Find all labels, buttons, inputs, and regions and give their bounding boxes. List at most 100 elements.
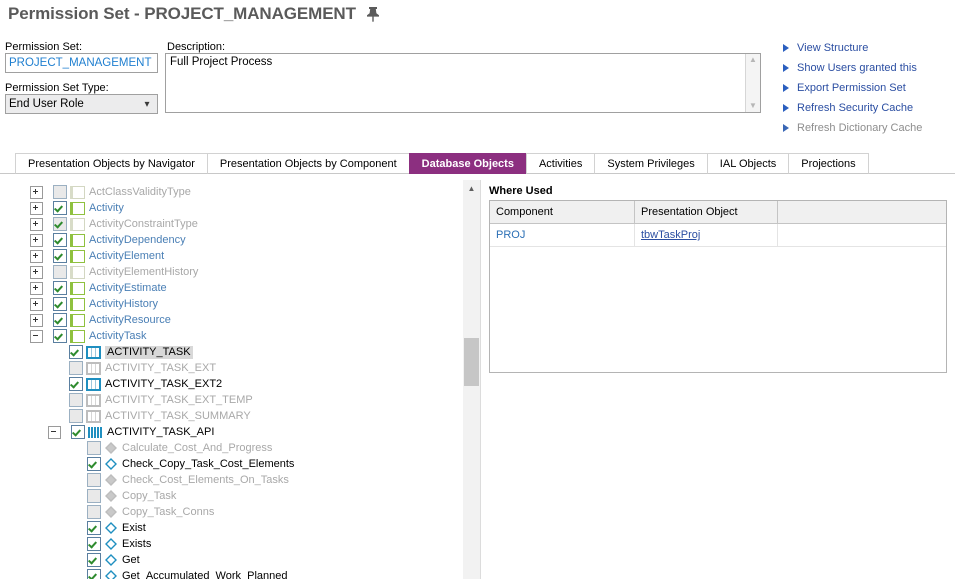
permission-set-input[interactable]: PROJECT_MANAGEMENT xyxy=(5,53,158,73)
tree-node[interactable]: ACTIVITY_TASK xyxy=(0,344,462,360)
tab-activities[interactable]: Activities xyxy=(526,153,595,174)
action-link-row[interactable]: Refresh Security Cache xyxy=(783,98,922,118)
tree-node-label[interactable]: ActivityConstraintType xyxy=(89,218,198,231)
tree-node[interactable]: ActivityResource xyxy=(0,312,462,328)
description-scrollbar[interactable]: ▲ ▼ xyxy=(745,54,760,112)
tab-ial-objects[interactable]: IAL Objects xyxy=(707,153,789,174)
tree-node-checkbox[interactable] xyxy=(53,329,67,343)
action-link-row[interactable]: View Structure xyxy=(783,38,922,58)
tree-node-checkbox[interactable] xyxy=(53,217,67,231)
tree-node[interactable]: Activity xyxy=(0,200,462,216)
expand-icon[interactable] xyxy=(30,314,43,327)
action-link-label[interactable]: Refresh Security Cache xyxy=(797,102,913,114)
tree-node-checkbox[interactable] xyxy=(53,249,67,263)
scroll-up-icon[interactable]: ▲ xyxy=(749,54,757,66)
tree-node-checkbox[interactable] xyxy=(53,265,67,279)
tree-node-label[interactable]: ACTIVITY_TASK_EXT_TEMP xyxy=(105,394,253,407)
tree-node-label[interactable]: Copy_Task xyxy=(122,490,176,503)
tab-presentation-objects-by-component[interactable]: Presentation Objects by Component xyxy=(207,153,410,174)
tree-node-checkbox[interactable] xyxy=(53,281,67,295)
table-row[interactable]: PROJ tbwTaskProj xyxy=(490,224,946,247)
tree-node-label[interactable]: Check_Copy_Task_Cost_Elements xyxy=(122,458,294,471)
action-link-row[interactable]: Show Users granted this xyxy=(783,58,922,78)
tree-node-checkbox[interactable] xyxy=(87,537,101,551)
tree-node[interactable]: ACTIVITY_TASK_EXT_TEMP xyxy=(0,392,462,408)
collapse-icon[interactable] xyxy=(48,426,61,439)
tree-node[interactable]: ActivityDependency xyxy=(0,232,462,248)
tree-node-checkbox[interactable] xyxy=(69,345,83,359)
tree-node[interactable]: Calculate_Cost_And_Progress xyxy=(0,440,462,456)
tree-node[interactable]: ActivityEstimate xyxy=(0,280,462,296)
tab-system-privileges[interactable]: System Privileges xyxy=(594,153,707,174)
tree-node[interactable]: ActClassValidityType xyxy=(0,184,462,200)
tree-node-label[interactable]: ActivityResource xyxy=(89,314,171,327)
tree-node-label[interactable]: Exist xyxy=(122,522,146,535)
action-link-label[interactable]: Show Users granted this xyxy=(797,62,917,74)
scroll-down-icon[interactable]: ▼ xyxy=(749,100,757,112)
tree-node-checkbox[interactable] xyxy=(87,553,101,567)
tree-node-checkbox[interactable] xyxy=(87,505,101,519)
tree-node[interactable]: ActivityElement xyxy=(0,248,462,264)
tree-node[interactable]: ACTIVITY_TASK_EXT xyxy=(0,360,462,376)
tree-node[interactable]: ActivityConstraintType xyxy=(0,216,462,232)
tree-node-checkbox[interactable] xyxy=(87,521,101,535)
tree-node-label[interactable]: ACTIVITY_TASK_EXT xyxy=(105,362,216,375)
pushpin-icon[interactable] xyxy=(366,6,380,22)
tab-presentation-objects-by-navigator[interactable]: Presentation Objects by Navigator xyxy=(15,153,208,174)
tree-node-label[interactable]: Get_Accumulated_Work_Planned xyxy=(122,570,288,579)
expand-icon[interactable] xyxy=(30,266,43,279)
tree-node-checkbox[interactable] xyxy=(71,425,85,439)
column-header-presentation-object[interactable]: Presentation Object xyxy=(635,201,778,223)
tab-database-objects[interactable]: Database Objects xyxy=(409,153,527,174)
tree-node-checkbox[interactable] xyxy=(53,297,67,311)
tree-node-label[interactable]: ActivityElementHistory xyxy=(89,266,198,279)
tree-node[interactable]: Copy_Task xyxy=(0,488,462,504)
scroll-up-icon[interactable]: ▲ xyxy=(463,180,480,196)
tree-node-label[interactable]: ACTIVITY_TASK xyxy=(105,346,193,359)
expand-icon[interactable] xyxy=(30,186,43,199)
tree-vertical-scrollbar[interactable]: ▲ xyxy=(463,180,481,579)
presentation-object-link[interactable]: tbwTaskProj xyxy=(641,229,700,241)
database-objects-tree-pane[interactable]: ActClassValidityType Activity ActivityCons… xyxy=(0,180,462,579)
tree-node[interactable]: ACTIVITY_TASK_SUMMARY xyxy=(0,408,462,424)
tree-node-label[interactable]: ActivityEstimate xyxy=(89,282,167,295)
cell-presentation-object[interactable]: tbwTaskProj xyxy=(635,224,778,246)
tree-node[interactable]: ActivityElementHistory xyxy=(0,264,462,280)
column-header-component[interactable]: Component xyxy=(490,201,635,223)
tree-node[interactable]: ActivityTask xyxy=(0,328,462,344)
expand-icon[interactable] xyxy=(30,282,43,295)
tree-node-checkbox[interactable] xyxy=(87,569,101,579)
tree-node-label[interactable]: ACTIVITY_TASK_EXT2 xyxy=(105,378,222,391)
collapse-icon[interactable] xyxy=(30,330,43,343)
action-link-label[interactable]: Export Permission Set xyxy=(797,82,906,94)
tree-node-checkbox[interactable] xyxy=(87,489,101,503)
tree-node-label[interactable]: Exists xyxy=(122,538,151,551)
tree-node-checkbox[interactable] xyxy=(69,361,83,375)
tree-node-label[interactable]: ActivityElement xyxy=(89,250,164,263)
tree-node-checkbox[interactable] xyxy=(69,409,83,423)
tree-node-checkbox[interactable] xyxy=(69,377,83,391)
tree-node-checkbox[interactable] xyxy=(53,313,67,327)
scrollbar-thumb[interactable] xyxy=(464,338,479,386)
tree-node[interactable]: Get xyxy=(0,552,462,568)
tree-node-label[interactable]: Activity xyxy=(89,202,124,215)
tree-node-checkbox[interactable] xyxy=(87,441,101,455)
tree-node-label[interactable]: Check_Cost_Elements_On_Tasks xyxy=(122,474,289,487)
tree-node[interactable]: Exists xyxy=(0,536,462,552)
description-textarea[interactable]: Full Project Process ▲ ▼ xyxy=(165,53,761,113)
tree-node[interactable]: ACTIVITY_TASK_API xyxy=(0,424,462,440)
tree-node-checkbox[interactable] xyxy=(87,473,101,487)
tree-node[interactable]: Exist xyxy=(0,520,462,536)
tree-node[interactable]: ACTIVITY_TASK_EXT2 xyxy=(0,376,462,392)
tree-node-checkbox[interactable] xyxy=(53,233,67,247)
tree-node[interactable]: Check_Copy_Task_Cost_Elements xyxy=(0,456,462,472)
tree-node-label[interactable]: ActivityDependency xyxy=(89,234,186,247)
expand-icon[interactable] xyxy=(30,298,43,311)
tree-node-checkbox[interactable] xyxy=(53,201,67,215)
action-link-label[interactable]: View Structure xyxy=(797,42,868,54)
action-link-row[interactable]: Export Permission Set xyxy=(783,78,922,98)
expand-icon[interactable] xyxy=(30,202,43,215)
tree-node[interactable]: Get_Accumulated_Work_Planned xyxy=(0,568,462,579)
expand-icon[interactable] xyxy=(30,250,43,263)
tree-node-label[interactable]: ActivityTask xyxy=(89,330,146,343)
